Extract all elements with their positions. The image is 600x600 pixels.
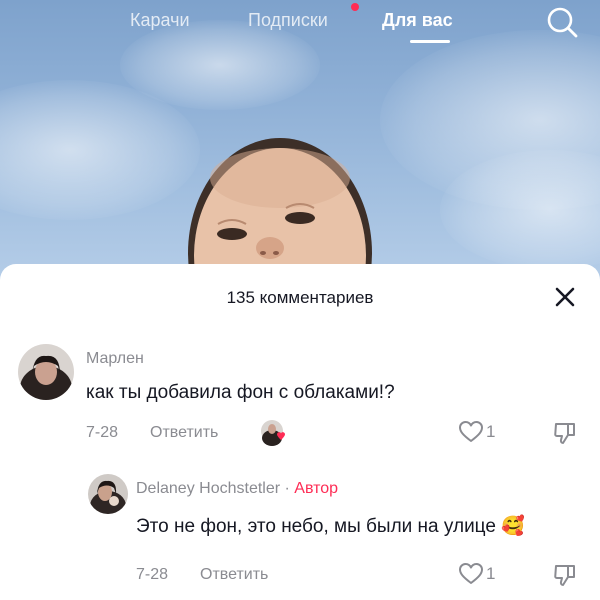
- baby-face-image: [188, 138, 372, 278]
- heart-outline-icon: [459, 563, 483, 584]
- reply-author-name: Delaney Hochstetler: [136, 480, 281, 497]
- tab-for-you[interactable]: Для вас: [382, 10, 453, 31]
- comment-date: 7-28: [86, 424, 119, 441]
- comments-count-title: 135 комментариев: [226, 288, 374, 307]
- reply-date: 7-28: [136, 566, 169, 583]
- reply-username[interactable]: Delaney Hochstetler · Автор: [136, 480, 338, 498]
- tab-karachi[interactable]: Карачи: [130, 10, 190, 31]
- comment-text: как ты добавила фон с облаками!?: [86, 382, 395, 403]
- creator-liked-icon: [261, 420, 285, 446]
- reply-button[interactable]: Ответить: [150, 424, 218, 442]
- active-tab-indicator: [410, 40, 450, 43]
- avatar[interactable]: [88, 474, 128, 514]
- comments-sheet: 135 комментариев Марлен как ты добавила …: [0, 264, 600, 600]
- like-button[interactable]: 1: [458, 562, 495, 586]
- thumbs-down-icon[interactable]: [552, 420, 578, 446]
- notification-dot: [351, 3, 359, 11]
- comment-username[interactable]: Марлен: [86, 350, 144, 368]
- top-navigation: Карачи Подписки Для вас: [0, 0, 600, 50]
- like-button[interactable]: 1: [458, 420, 495, 444]
- thumbs-down-icon[interactable]: [552, 562, 578, 588]
- reply-text: Это не фон, это небо, мы были на улице 🥰: [136, 516, 525, 537]
- separator: ·: [280, 480, 295, 497]
- tab-following[interactable]: Подписки: [248, 10, 328, 31]
- like-count: 1: [486, 422, 496, 441]
- close-icon[interactable]: [552, 284, 578, 310]
- like-count: 1: [486, 564, 496, 583]
- reply-button[interactable]: Ответить: [200, 566, 268, 584]
- avatar[interactable]: [18, 344, 74, 400]
- search-icon[interactable]: [544, 4, 580, 40]
- author-badge: Автор: [294, 480, 339, 497]
- heart-outline-icon: [459, 421, 483, 442]
